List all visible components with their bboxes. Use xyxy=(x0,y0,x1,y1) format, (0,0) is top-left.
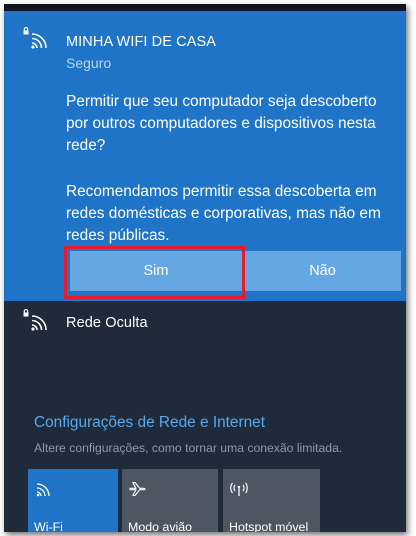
discovery-prompt: Permitir que seu computador seja descobe… xyxy=(66,93,377,154)
airplane-icon xyxy=(128,479,148,499)
hotspot-icon xyxy=(229,479,249,499)
wifi-icon xyxy=(34,479,54,499)
network-item-hidden[interactable]: Rede Oculta xyxy=(4,301,406,347)
network-status: Seguro xyxy=(66,55,112,71)
highlight-box xyxy=(64,246,245,299)
network-name: Rede Oculta xyxy=(66,315,148,331)
network-settings-link[interactable]: Configurações de Rede e Internet xyxy=(34,414,265,432)
network-flyout: MINHA WIFI DE CASA Seguro Permitir que s… xyxy=(4,4,406,532)
flyout-top-edge xyxy=(4,4,406,11)
network-name: MINHA WIFI DE CASA xyxy=(66,34,217,50)
secured-wifi-icon xyxy=(22,309,48,335)
quick-action-label: Wi-Fi xyxy=(34,520,63,532)
quick-action-wifi[interactable]: Wi-Fi xyxy=(28,469,118,532)
quick-action-airplane[interactable]: Modo avião xyxy=(122,469,218,532)
discovery-recommendation: Recomendamos permitir essa descoberta em… xyxy=(66,183,381,244)
quick-action-label: Hotspot móvel xyxy=(229,520,309,532)
no-button[interactable]: Não xyxy=(244,251,401,291)
secured-wifi-icon xyxy=(22,27,48,53)
quick-action-label: Modo avião xyxy=(128,520,193,532)
quick-action-hotspot[interactable]: Hotspot móvel xyxy=(223,469,320,532)
network-settings-subtitle: Altere configurações, como tornar uma co… xyxy=(34,441,343,455)
